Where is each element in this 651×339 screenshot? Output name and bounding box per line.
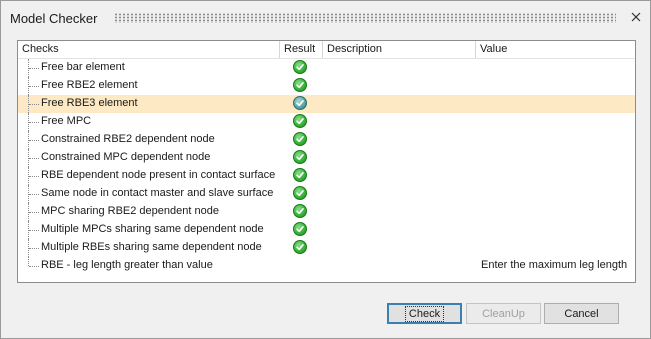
tree-line — [29, 230, 39, 231]
value-cell[interactable]: Enter the maximum leg length — [481, 259, 627, 271]
tree-line — [29, 248, 39, 249]
check-name: Same node in contact master and slave su… — [41, 187, 274, 199]
check-name: Free RBE3 element — [41, 97, 138, 109]
tree-line — [29, 140, 39, 141]
column-header-value[interactable]: Value — [476, 41, 635, 58]
check-icon — [293, 240, 307, 254]
grid-header: Checks Result Description Value — [18, 41, 635, 59]
cleanup-button: CleanUp — [466, 303, 541, 324]
check-button[interactable]: Check — [387, 303, 462, 324]
tree-line — [29, 158, 39, 159]
check-icon — [293, 204, 307, 218]
tree-line — [29, 194, 39, 195]
tree-line — [29, 122, 39, 123]
tree-line — [29, 266, 39, 267]
check-name: Constrained MPC dependent node — [41, 151, 211, 163]
model-checker-dialog: Model Checker Checks Result Description … — [0, 0, 651, 339]
result-cell — [293, 186, 307, 200]
table-row[interactable]: Constrained MPC dependent node — [18, 149, 635, 167]
check-icon — [293, 60, 307, 74]
column-header-checks[interactable]: Checks — [18, 41, 280, 58]
check-icon — [293, 168, 307, 182]
tree-line — [29, 212, 39, 213]
check-name: Constrained RBE2 dependent node — [41, 133, 215, 145]
table-row[interactable]: Same node in contact master and slave su… — [18, 185, 635, 203]
title-bar[interactable]: Model Checker — [1, 1, 650, 35]
table-row[interactable]: Multiple RBEs sharing same dependent nod… — [18, 239, 635, 257]
tree-line — [29, 86, 39, 87]
table-row[interactable]: Constrained RBE2 dependent node — [18, 131, 635, 149]
result-cell — [293, 240, 307, 254]
table-row[interactable]: Free bar element — [18, 59, 635, 77]
result-cell — [293, 168, 307, 182]
result-cell — [293, 114, 307, 128]
check-icon — [293, 222, 307, 236]
cancel-button[interactable]: Cancel — [544, 303, 619, 324]
table-row[interactable]: RBE - leg length greater than value Enter… — [18, 257, 635, 275]
table-row[interactable]: MPC sharing RBE2 dependent node — [18, 203, 635, 221]
result-cell — [293, 222, 307, 236]
check-name: Free bar element — [41, 61, 125, 73]
check-name: RBE - leg length greater than value — [41, 259, 213, 271]
check-name: Multiple MPCs sharing same dependent nod… — [41, 223, 264, 235]
column-header-description[interactable]: Description — [323, 41, 476, 58]
result-cell — [293, 96, 307, 110]
result-cell — [293, 132, 307, 146]
check-icon — [293, 114, 307, 128]
result-cell — [293, 78, 307, 92]
result-cell — [293, 204, 307, 218]
check-icon — [293, 186, 307, 200]
table-row[interactable]: Free RBE2 element — [18, 77, 635, 95]
drag-grip[interactable] — [114, 13, 616, 23]
tree-line — [29, 68, 39, 69]
table-row[interactable]: Free RBE3 element — [18, 95, 635, 113]
check-name: Free MPC — [41, 115, 92, 127]
dialog-title: Model Checker — [10, 11, 98, 26]
grid-rows: Free bar element Free RBE2 element Free RB… — [18, 59, 635, 275]
table-row[interactable]: Free MPC — [18, 113, 635, 131]
check-name: Free RBE2 element — [41, 79, 138, 91]
tree-line — [29, 104, 39, 105]
result-cell — [293, 60, 307, 74]
check-name: Multiple RBEs sharing same dependent nod… — [41, 241, 262, 253]
result-cell — [293, 150, 307, 164]
check-name: RBE dependent node present in contact su… — [41, 169, 276, 181]
tree-line — [28, 257, 29, 266]
check-icon — [293, 132, 307, 146]
column-header-result[interactable]: Result — [280, 41, 323, 58]
close-icon — [631, 12, 641, 22]
tree-line — [29, 176, 39, 177]
check-name: MPC sharing RBE2 dependent node — [41, 205, 219, 217]
check-icon — [293, 150, 307, 164]
table-row[interactable]: Multiple MPCs sharing same dependent nod… — [18, 221, 635, 239]
table-row[interactable]: RBE dependent node present in contact su… — [18, 167, 635, 185]
check-icon — [293, 78, 307, 92]
check-icon — [293, 96, 307, 110]
checks-grid: Checks Result Description Value Free bar… — [17, 40, 636, 283]
close-button[interactable] — [628, 9, 644, 25]
